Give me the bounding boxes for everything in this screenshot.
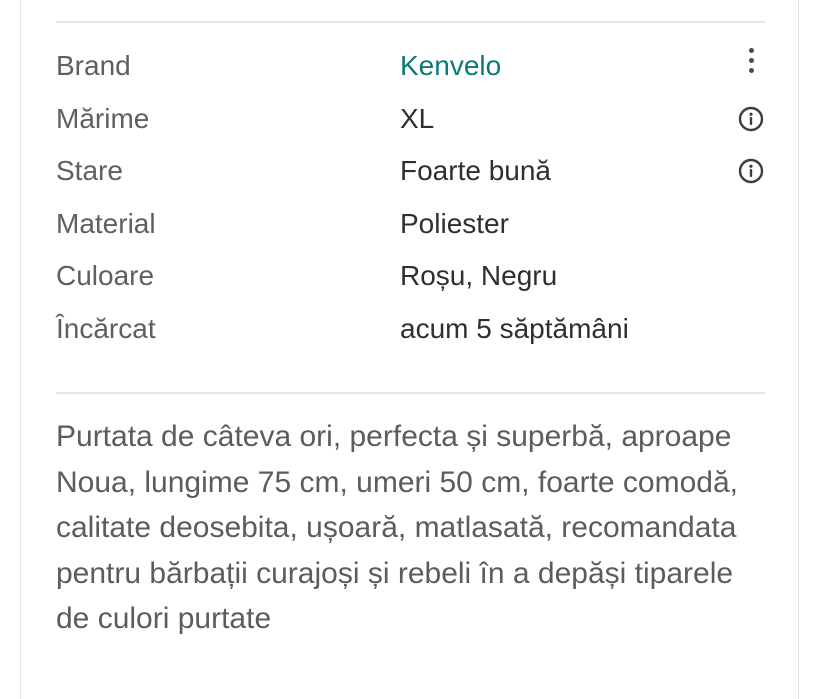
description-divider	[56, 392, 765, 394]
top-divider	[56, 21, 765, 23]
detail-value-uploaded: acum 5 săptămâni	[400, 312, 629, 344]
detail-label-brand: Brand	[56, 50, 131, 81]
detail-row-color: Culoare Roșu, Negru	[56, 252, 768, 305]
detail-row-material: Material Poliester	[56, 200, 768, 253]
panel-left-border	[20, 0, 21, 699]
detail-row-uploaded: Încărcat acum 5 săptămâni	[56, 305, 768, 358]
detail-row-condition: Stare Foarte bună	[56, 147, 768, 200]
detail-label-size: Mărime	[56, 102, 150, 134]
more-vertical-icon[interactable]	[746, 48, 756, 76]
detail-value-size: XL	[400, 102, 435, 134]
detail-value-material: Poliester	[400, 207, 509, 239]
detail-label-condition: Stare	[56, 155, 123, 186]
item-details-list: Brand Kenvelo Mărime XL Stare Foarte bun…	[56, 42, 768, 357]
detail-label-color: Culoare	[56, 260, 155, 291]
panel-right-border	[798, 0, 799, 699]
detail-value-condition: Foarte bună	[400, 155, 551, 186]
item-description: Purtata de câteva ori, perfecta și super…	[56, 420, 738, 635]
info-icon[interactable]	[738, 158, 764, 184]
detail-value-color: Roșu, Negru	[400, 260, 558, 291]
detail-row-brand: Brand Kenvelo	[56, 42, 768, 95]
info-icon[interactable]	[738, 106, 764, 132]
detail-label-material: Material	[56, 207, 156, 239]
detail-row-size: Mărime XL	[56, 95, 768, 148]
brand-link[interactable]: Kenvelo	[400, 50, 501, 82]
detail-label-uploaded: Încărcat	[56, 312, 156, 344]
